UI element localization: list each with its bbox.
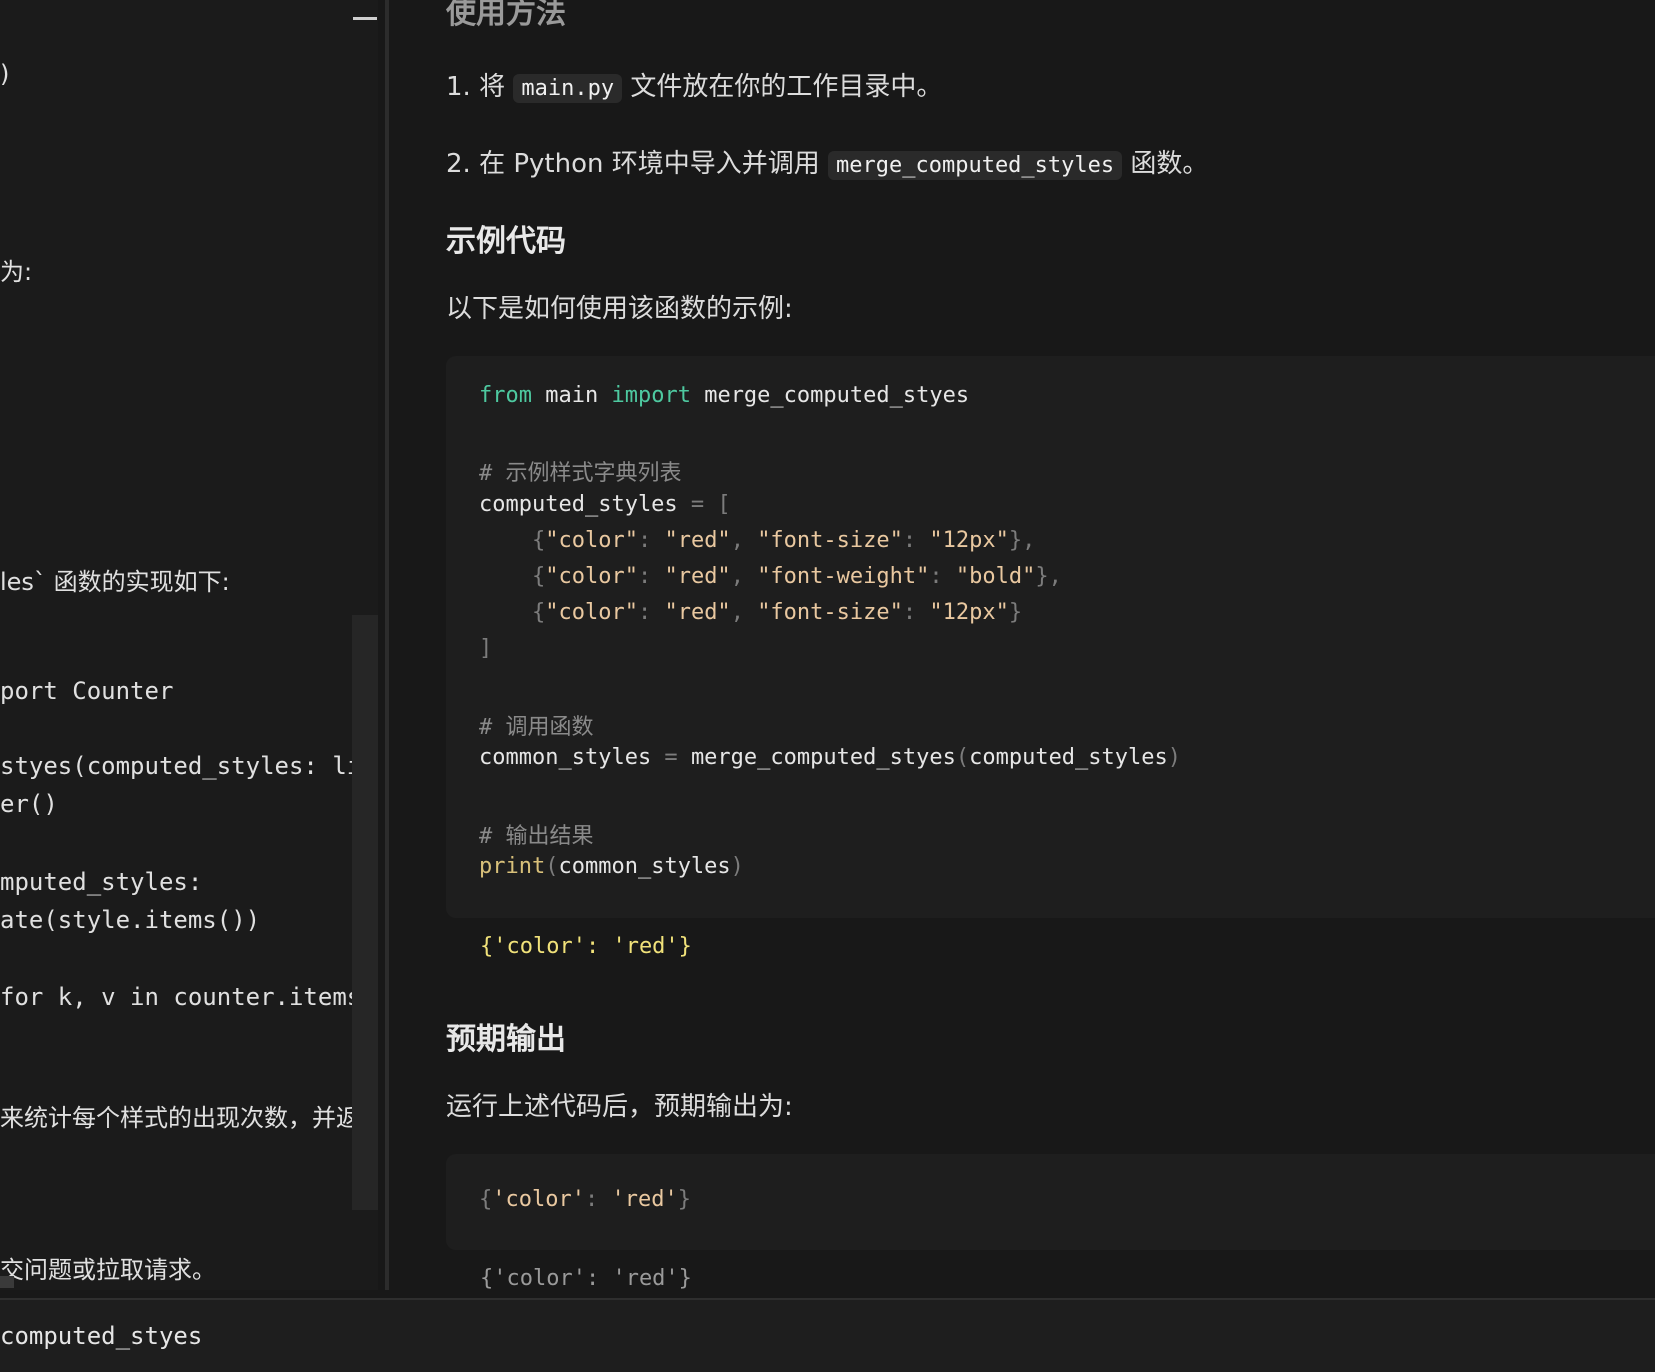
minimize-icon[interactable] [353,17,377,20]
left-line: 交问题或拉取请求。 [0,1256,216,1284]
left-code-line: ate(style.items()) [0,906,261,934]
bottom-bar-text: computed_styes [0,1322,203,1350]
bottom-input-bar[interactable]: computed_styes [0,1298,1655,1372]
left-scrollbar[interactable] [352,615,378,1210]
code-line: {"color": "red", "font-size": "12px"}, [531,528,1036,553]
left-code-line: for k, v in counter.items( [0,983,376,1011]
code-run-output: {'color': 'red'} [480,934,692,959]
code-comment: # 调用函数 [479,715,594,740]
expected-run-output: {'color': 'red'} [480,1266,692,1291]
code-line: {'color': 'red'} [479,1187,691,1212]
left-editor-pane[interactable]: ) 为: les` 函数的实现如下: port Counter styes(co… [0,0,378,1290]
left-line: les` 函数的实现如下: [0,568,230,596]
pane-divider[interactable] [385,0,389,1290]
expected-intro: 运行上述代码后，预期输出为: [446,1092,793,1122]
code-line: computed_styles = [ [479,492,731,517]
code-comment: # 示例样式字典列表 [479,461,682,486]
inline-code: merge_computed_styles [828,151,1123,180]
section-heading-usage: 使用方法 [446,0,566,31]
code-block-expected[interactable]: {'color': 'red'} [446,1154,1655,1250]
code-line: print(common_styles) [479,854,744,879]
inline-code: main.py [513,74,623,103]
markdown-preview-pane[interactable]: 使用方法 1. 将 main.py 文件放在你的工作目录中。 2. 在 Pyth… [392,0,1655,1298]
left-line: ) [0,60,10,88]
left-code-line: styes(computed_styles: lis [0,752,376,780]
section-heading-expected: 预期输出 [446,1022,566,1057]
left-code-line: mputed_styles: [0,868,203,896]
code-line: {"color": "red", "font-weight": "bold"}, [531,564,1062,589]
list-item-step-2: 2. 在 Python 环境中导入并调用 merge_computed_styl… [446,149,1209,180]
code-comment: # 输出结果 [479,824,594,849]
section-heading-example: 示例代码 [446,224,566,259]
example-intro: 以下是如何使用该函数的示例: [446,294,793,324]
code-block-example[interactable]: from main import merge_computed_styes # … [446,356,1655,918]
code-line: ] [479,636,493,661]
left-code-line: er() [0,790,58,818]
code-line: {"color": "red", "font-size": "12px"} [531,600,1023,625]
left-scroll-corner [0,1276,14,1288]
left-line: 为: [0,258,33,286]
list-item-step-1: 1. 将 main.py 文件放在你的工作目录中。 [446,72,943,103]
left-line: 来统计每个样式的出现次数，并返回 [0,1104,378,1132]
code-line: from main import merge_computed_styes [479,383,970,408]
code-line: common_styles = merge_computed_styes(com… [479,745,1182,770]
left-code-line: port Counter [0,677,174,705]
